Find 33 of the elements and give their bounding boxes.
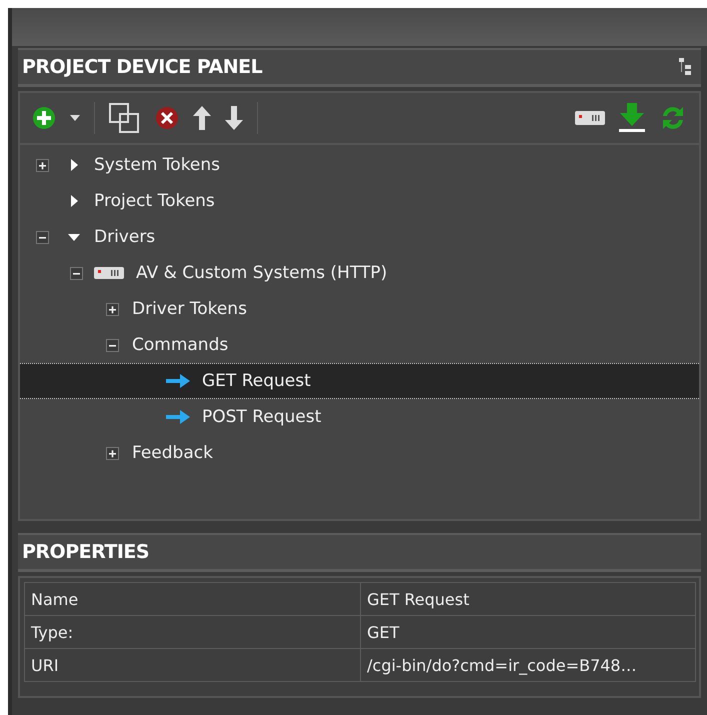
panel-title: PROPERTIES [22, 541, 150, 563]
tree-item[interactable]: POST Request [20, 399, 699, 435]
device-button[interactable] [575, 111, 605, 125]
collapse-icon[interactable] [106, 338, 118, 352]
tree-item[interactable]: Project Tokens [20, 183, 699, 219]
tree-item[interactable]: GET Request [20, 363, 699, 399]
property-value[interactable]: GET Request [360, 582, 696, 616]
right-arrow-icon [166, 374, 190, 388]
dropdown-caret-icon[interactable] [70, 115, 80, 121]
tree-view-icon[interactable] [679, 58, 691, 76]
property-name: URI [24, 648, 361, 682]
tree-item[interactable]: Feedback [20, 435, 699, 471]
copy-button[interactable] [109, 103, 141, 133]
expand-icon[interactable] [106, 446, 118, 460]
delete-button[interactable] [155, 106, 179, 130]
tree-item[interactable]: System Tokens [20, 147, 699, 183]
move-down-button[interactable] [225, 106, 243, 130]
download-button[interactable] [619, 103, 645, 133]
tree-item[interactable]: AV & Custom Systems (HTTP) [20, 255, 699, 291]
tree-item[interactable]: Driver Tokens [20, 291, 699, 327]
tree-item[interactable]: Commands [20, 327, 699, 363]
panel-title: PROJECT DEVICE PANEL [22, 56, 262, 78]
right-arrow-icon [166, 410, 190, 424]
expand-icon[interactable] [106, 302, 118, 316]
device-icon [94, 267, 124, 279]
expand-icon[interactable] [36, 158, 48, 172]
move-up-button[interactable] [193, 106, 211, 130]
property-value[interactable]: /cgi-bin/do?cmd=ir_code=B748… [360, 648, 696, 682]
property-name: Name [24, 582, 361, 616]
tree-item[interactable]: Drivers [20, 219, 699, 255]
collapse-icon[interactable] [36, 230, 48, 244]
collapse-icon[interactable] [70, 266, 82, 280]
add-button[interactable] [32, 106, 56, 130]
